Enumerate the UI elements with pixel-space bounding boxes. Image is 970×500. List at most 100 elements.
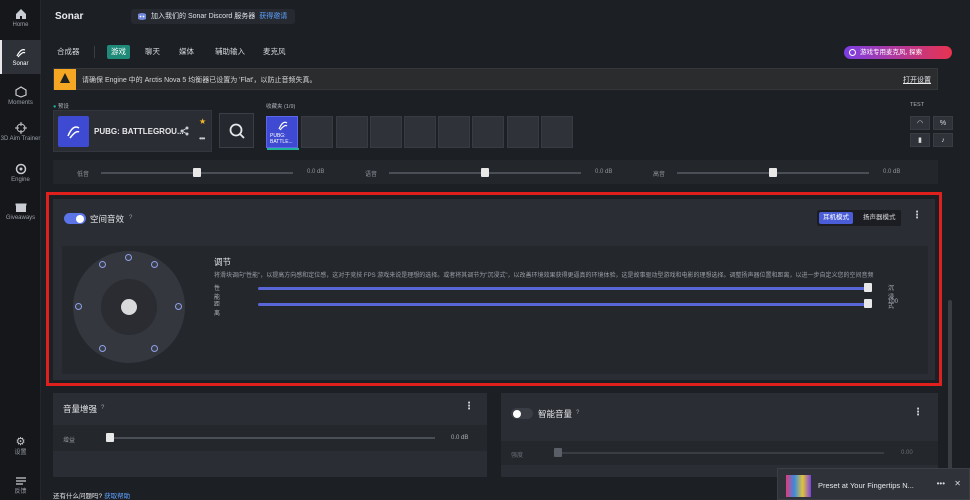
footer-question: 还有什么问题吗? (53, 493, 103, 500)
test-headphone-button[interactable]: ◠ (910, 116, 930, 130)
favorite-slot-empty[interactable] (507, 116, 539, 148)
speaker-node[interactable] (75, 303, 82, 310)
discord-text: 加入我们的 Sonar Discord 服务器 (151, 13, 256, 20)
smart-slider-handle[interactable] (554, 448, 562, 457)
favorite-slot-empty[interactable] (541, 116, 573, 148)
favorite-slot-empty[interactable] (404, 116, 436, 148)
slot-selected-indicator (267, 148, 299, 150)
rail-item-label: Sonar (12, 61, 29, 67)
tab-game[interactable]: 游戏 (107, 45, 130, 59)
eq-value: 0.0 dB (307, 169, 325, 175)
help-icon[interactable]: ? (101, 405, 104, 411)
eq-label: 高音 (653, 172, 666, 178)
tab-chat[interactable]: 聊天 (141, 45, 164, 59)
test-mute-button[interactable]: % (933, 116, 953, 130)
current-preset[interactable]: PUBG: BATTLEGROU... ★ ••• (53, 110, 212, 152)
slider-track[interactable] (258, 287, 868, 290)
kebab-menu-icon[interactable]: ⋮ (464, 401, 474, 412)
headphone-mode-button[interactable]: 耳机模式 (819, 212, 853, 224)
favorite-slot-empty[interactable] (438, 116, 470, 148)
slider-handle[interactable] (864, 299, 872, 308)
rail-item-sonar[interactable]: Sonar (0, 40, 41, 74)
stop-icon: ▮ (918, 137, 922, 144)
speaker-node[interactable] (99, 261, 106, 268)
slider-label: 增益 (63, 438, 76, 444)
speaker-node[interactable] (125, 254, 132, 261)
eq-label: 语音 (365, 172, 378, 178)
eq-bass: 低音 0.0 dB (77, 160, 347, 184)
slider-label: 距离 (214, 302, 221, 317)
rail-item-settings[interactable]: ⚙ 设置 (0, 436, 41, 458)
eq-slider-handle[interactable] (481, 168, 489, 177)
smart-volume-body: 强度 0.00 (501, 441, 938, 465)
giveaways-icon (15, 203, 26, 212)
engine-icon (15, 163, 26, 175)
help-icon[interactable]: ? (576, 410, 579, 416)
tab-divider (94, 46, 95, 58)
favorite-slot-empty[interactable] (472, 116, 504, 148)
tab-mixer[interactable]: 合成器 (53, 45, 84, 59)
favorite-slot-empty[interactable] (301, 116, 333, 148)
favorite-slot-empty[interactable] (370, 116, 402, 148)
slider-track[interactable] (258, 303, 868, 306)
eq-value: 0.0 dB (595, 169, 613, 175)
feedback-icon (15, 477, 26, 485)
test-label: TEST (910, 102, 925, 108)
close-icon[interactable]: ✕ (954, 479, 961, 488)
discord-icon (138, 13, 146, 20)
more-options-icon[interactable]: ••• (199, 134, 205, 143)
eq-treble: 高音 0.0 dB (653, 160, 923, 184)
smart-volume-card: 智能音量 ? ⋮ 强度 0.00 (501, 393, 938, 477)
promo-banner[interactable]: 游戏专用麦克风, 探索 (844, 46, 952, 59)
help-icon[interactable]: ? (129, 215, 132, 221)
toast-title: Preset at Your Fingertips N... (818, 481, 914, 490)
tab-aux[interactable]: 辅助输入 (211, 45, 249, 59)
rail-item-giveaways[interactable]: Giveaways (0, 201, 41, 225)
rail-item-moments[interactable]: Moments (0, 86, 41, 110)
tab-media[interactable]: 媒体 (175, 45, 198, 59)
smart-slider-track[interactable] (554, 452, 884, 454)
slider-value: 100 (888, 299, 899, 305)
mode-switch: 耳机模式 扬声器模式 (817, 210, 901, 226)
rail-item-label: Giveaways (5, 215, 36, 221)
open-settings-link[interactable]: 打开设置 (903, 75, 931, 85)
rail-item-engine[interactable]: Engine (0, 163, 41, 187)
speaker-node[interactable] (151, 345, 158, 352)
more-options-icon[interactable]: ••• (937, 479, 945, 488)
favorite-slot-empty[interactable] (336, 116, 368, 148)
share-icon[interactable] (180, 126, 189, 136)
rail-item-home[interactable]: Home (0, 8, 41, 32)
rail-item-feedback[interactable]: 反馈 (0, 475, 41, 497)
eq-warning-banner: 请确保 Engine 中的 Arctis Nova 5 均衡器已设置为 'Fla… (53, 68, 938, 90)
speaker-mode-button[interactable]: 扬声器模式 (859, 212, 900, 224)
speaker-node[interactable] (151, 261, 158, 268)
preset-name: PUBG: BATTLEGROU... (94, 127, 184, 136)
slider-handle[interactable] (864, 283, 872, 292)
eq-slider-handle[interactable] (193, 168, 201, 177)
tab-mic[interactable]: 麦克风 (259, 45, 290, 59)
smart-value: 0.00 (901, 450, 913, 456)
boost-slider-handle[interactable] (106, 433, 114, 442)
test-music-button[interactable]: ♪ (933, 133, 953, 147)
discord-invite-link[interactable]: 获得邀请 (259, 13, 287, 20)
favorite-star-icon[interactable]: ★ (199, 117, 206, 126)
scrollbar[interactable] (948, 300, 952, 470)
rail-item-aim-trainer[interactable]: 3D Aim Trainer (0, 122, 41, 150)
eq-slider-handle[interactable] (769, 168, 777, 177)
kebab-menu-icon[interactable]: ⋮ (913, 407, 923, 418)
test-stop-button[interactable]: ▮ (910, 133, 930, 147)
speaker-node[interactable] (175, 303, 182, 310)
speaker-node[interactable] (99, 345, 106, 352)
preset-search-button[interactable] (219, 113, 254, 148)
speaker-layout-circle[interactable] (73, 251, 185, 363)
spatial-audio-toggle[interactable] (64, 213, 86, 224)
notification-toast[interactable]: Preset at Your Fingertips N... ••• ✕ (777, 468, 970, 500)
slider-value: 沉浸式 (888, 286, 895, 310)
boost-slider-track[interactable] (106, 437, 435, 439)
smart-volume-toggle[interactable] (511, 408, 533, 419)
rail-item-label: Home (12, 22, 29, 28)
get-help-link[interactable]: 获取帮助 (104, 493, 130, 500)
promo-text: 游戏专用麦克风, 探索 (860, 49, 923, 56)
kebab-menu-icon[interactable]: ⋮ (912, 210, 922, 221)
favorite-slot-1[interactable]: PUBG: BATTLE... (266, 116, 299, 150)
